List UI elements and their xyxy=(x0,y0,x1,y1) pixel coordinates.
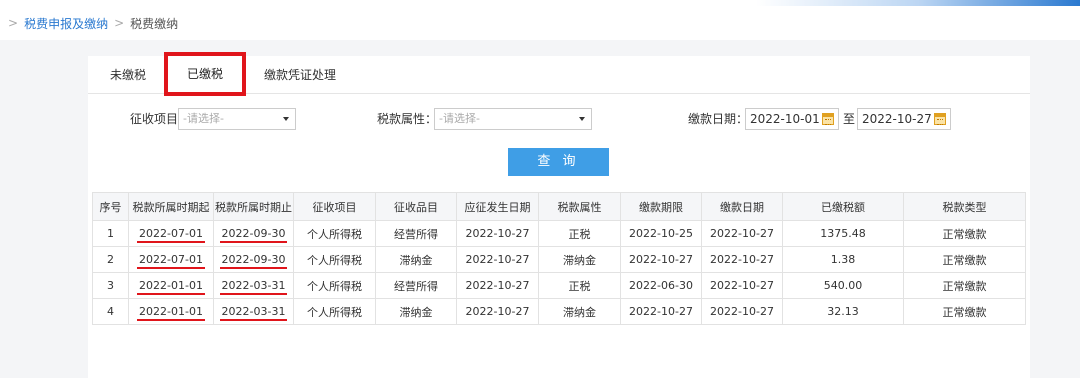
cell-tax-type: 正常缴款 xyxy=(903,272,1026,299)
cell-period-end: 2022-03-31 xyxy=(213,272,294,299)
tab-paid[interactable]: 已缴税 xyxy=(164,52,246,96)
calendar-icon[interactable] xyxy=(822,113,834,125)
cell-period-end: 2022-03-31 xyxy=(213,298,294,325)
cell-tax-attr: 滞纳金 xyxy=(538,298,621,325)
tax-attr-label: 税款属性： xyxy=(377,112,438,126)
date-to-value: 2022-10-27 xyxy=(862,112,932,126)
col-header: 征收项目 xyxy=(293,192,376,221)
date-to-input[interactable]: 2022-10-27 xyxy=(857,108,951,130)
tab-voucher[interactable]: 缴款凭证处理 xyxy=(264,56,336,94)
col-header: 税款所属时期起 xyxy=(128,192,214,221)
underlined-value: 2022-07-01 xyxy=(137,253,205,269)
table-header-row: 序号 税款所属时期起 税款所属时期止 征收项目 征收品目 应征发生日期 税款属性… xyxy=(92,192,1026,221)
col-header: 缴款期限 xyxy=(620,192,702,221)
underlined-value: 2022-07-01 xyxy=(137,227,205,243)
cell-deadline: 2022-10-27 xyxy=(620,246,702,273)
cell-pay-date: 2022-10-27 xyxy=(701,272,783,299)
cell-levy-item: 个人所得税 xyxy=(293,246,376,273)
col-header: 税款类型 xyxy=(903,192,1026,221)
query-button[interactable]: 查 询 xyxy=(508,148,609,176)
cell-levy-item: 个人所得税 xyxy=(293,298,376,325)
breadcrumb: > 税费申报及缴纳 > 税费缴纳 xyxy=(0,6,1080,40)
tab-unpaid[interactable]: 未缴税 xyxy=(110,56,146,94)
breadcrumb-current: 税费缴纳 xyxy=(130,16,179,31)
breadcrumb-separator: > xyxy=(114,16,125,30)
cell-levy-category: 滞纳金 xyxy=(375,246,457,273)
cell-period-start: 2022-07-01 xyxy=(128,220,214,247)
payment-table: 序号 税款所属时期起 税款所属时期止 征收项目 征收品目 应征发生日期 税款属性… xyxy=(92,192,1026,325)
col-header: 序号 xyxy=(92,192,129,221)
tab-bar: 未缴税 已缴税 缴款凭证处理 xyxy=(88,52,1030,96)
main-panel: 未缴税 已缴税 缴款凭证处理 征收项目: -请选择- 税款属性： -请选择- 缴… xyxy=(88,52,1030,378)
chevron-down-icon xyxy=(283,117,289,121)
cell-paid-amount: 540.00 xyxy=(782,272,904,299)
tax-attr-select[interactable]: -请选择- xyxy=(434,108,592,130)
cell-index: 1 xyxy=(92,220,129,247)
cell-accrual-date: 2022-10-27 xyxy=(456,298,539,325)
cell-accrual-date: 2022-10-27 xyxy=(456,272,539,299)
cell-period-start: 2022-01-01 xyxy=(128,272,214,299)
cell-tax-type: 正常缴款 xyxy=(903,298,1026,325)
levy-item-select[interactable]: -请选择- xyxy=(178,108,296,130)
cell-levy-item: 个人所得税 xyxy=(293,220,376,247)
calendar-icon[interactable] xyxy=(934,113,946,125)
underlined-value: 2022-03-31 xyxy=(219,305,288,321)
cell-accrual-date: 2022-10-27 xyxy=(456,246,539,273)
col-header: 征收品目 xyxy=(375,192,457,221)
col-header: 已缴税额 xyxy=(782,192,904,221)
cell-index: 3 xyxy=(92,272,129,299)
date-from-value: 2022-10-01 xyxy=(750,112,820,126)
cell-index: 2 xyxy=(92,246,129,273)
cell-period-start: 2022-07-01 xyxy=(128,246,214,273)
table-row[interactable]: 2 2022-07-01 2022-09-30 个人所得税 滞纳金 2022-1… xyxy=(92,246,1026,273)
underlined-value: 2022-09-30 xyxy=(219,227,288,243)
cell-pay-date: 2022-10-27 xyxy=(701,298,783,325)
col-header: 缴款日期 xyxy=(701,192,783,221)
cell-period-start: 2022-01-01 xyxy=(128,298,214,325)
cell-deadline: 2022-06-30 xyxy=(620,272,702,299)
underlined-value: 2022-03-31 xyxy=(219,279,288,295)
table-row[interactable]: 3 2022-01-01 2022-03-31 个人所得税 经营所得 2022-… xyxy=(92,272,1026,299)
cell-levy-item: 个人所得税 xyxy=(293,272,376,299)
cell-pay-date: 2022-10-27 xyxy=(701,220,783,247)
underlined-value: 2022-01-01 xyxy=(137,305,205,321)
cell-paid-amount: 1.38 xyxy=(782,246,904,273)
cell-paid-amount: 32.13 xyxy=(782,298,904,325)
cell-deadline: 2022-10-25 xyxy=(620,220,702,247)
cell-tax-type: 正常缴款 xyxy=(903,246,1026,273)
cell-deadline: 2022-10-27 xyxy=(620,298,702,325)
cell-period-end: 2022-09-30 xyxy=(213,220,294,247)
cell-levy-category: 滞纳金 xyxy=(375,298,457,325)
levy-item-placeholder: -请选择- xyxy=(183,112,224,125)
cell-levy-category: 经营所得 xyxy=(375,272,457,299)
pay-date-label: 缴款日期： xyxy=(688,112,749,126)
table-row[interactable]: 4 2022-01-01 2022-03-31 个人所得税 滞纳金 2022-1… xyxy=(92,298,1026,325)
col-header: 税款所属时期止 xyxy=(213,192,294,221)
cell-paid-amount: 1375.48 xyxy=(782,220,904,247)
breadcrumb-separator: > xyxy=(8,16,19,30)
filter-bar: 征收项目: -请选择- 税款属性： -请选择- 缴款日期： 2022-10-01… xyxy=(88,94,1030,154)
col-header: 应征发生日期 xyxy=(456,192,539,221)
breadcrumb-root-link[interactable]: 税费申报及缴纳 xyxy=(24,15,108,32)
cell-pay-date: 2022-10-27 xyxy=(701,246,783,273)
cell-tax-attr: 正税 xyxy=(538,220,621,247)
cell-tax-attr: 滞纳金 xyxy=(538,246,621,273)
levy-item-label: 征收项目: xyxy=(130,112,183,126)
cell-levy-category: 经营所得 xyxy=(375,220,457,247)
tax-attr-placeholder: -请选择- xyxy=(439,112,480,125)
cell-index: 4 xyxy=(92,298,129,325)
col-header: 税款属性 xyxy=(538,192,621,221)
cell-accrual-date: 2022-10-27 xyxy=(456,220,539,247)
cell-tax-type: 正常缴款 xyxy=(903,220,1026,247)
date-from-input[interactable]: 2022-10-01 xyxy=(745,108,839,130)
date-range-separator: 至 xyxy=(843,112,856,126)
cell-period-end: 2022-09-30 xyxy=(213,246,294,273)
chevron-down-icon xyxy=(579,117,585,121)
cell-tax-attr: 正税 xyxy=(538,272,621,299)
underlined-value: 2022-09-30 xyxy=(219,253,288,269)
underlined-value: 2022-01-01 xyxy=(137,279,205,295)
table-row[interactable]: 1 2022-07-01 2022-09-30 个人所得税 经营所得 2022-… xyxy=(92,220,1026,247)
